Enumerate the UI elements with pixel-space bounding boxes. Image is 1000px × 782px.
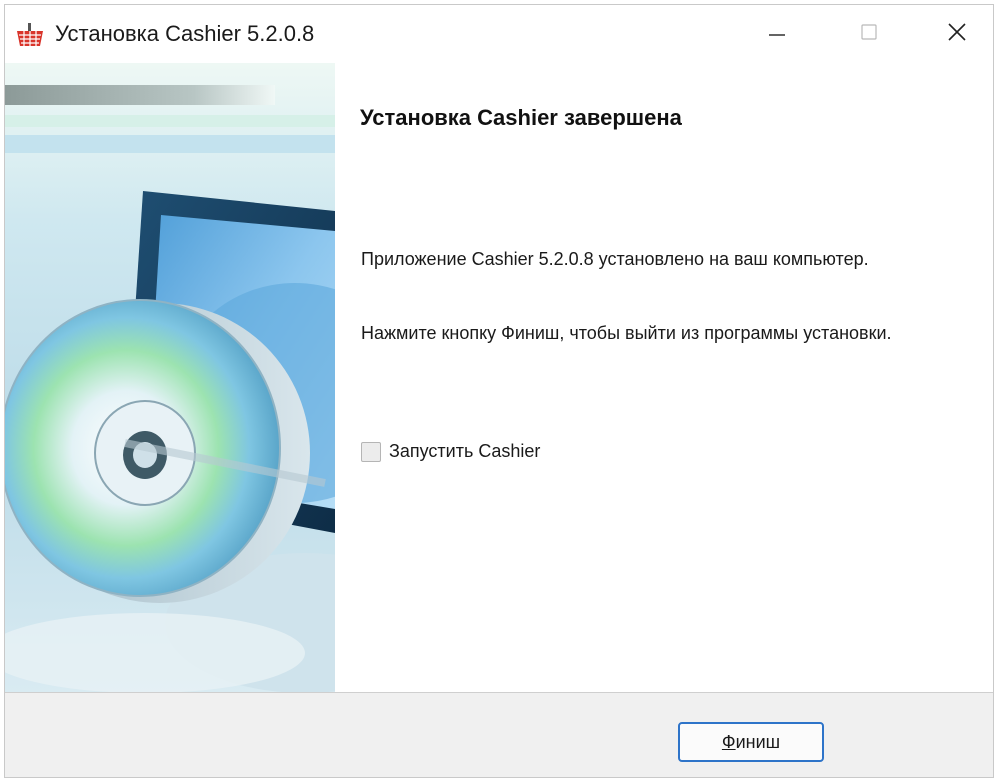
wizard-footer: Финиш (5, 693, 993, 777)
wizard-content: Установка Cashier завершена Приложение C… (335, 63, 993, 692)
finish-button[interactable]: Финиш (678, 722, 824, 762)
installed-message: Приложение Cashier 5.2.0.8 установлено н… (361, 249, 869, 269)
basket-icon (15, 23, 45, 47)
window-title: Установка Cashier 5.2.0.8 (55, 21, 315, 46)
close-button[interactable] (919, 5, 993, 63)
finish-button-label: иниш (735, 731, 781, 752)
finish-instructions: Нажмите кнопку Финиш, чтобы выйти из про… (361, 323, 892, 343)
launch-cashier-label[interactable]: Запустить Cashier (389, 441, 540, 462)
maximize-button[interactable] (831, 5, 907, 63)
minimize-button[interactable] (739, 5, 815, 63)
title-bar[interactable]: Установка Cashier 5.2.0.8 (5, 5, 993, 63)
wizard-banner-image (5, 63, 335, 692)
launch-cashier-checkbox[interactable] (361, 441, 381, 462)
launch-cashier-option[interactable]: Запустить Cashier (361, 441, 540, 462)
installer-window: Установка Cashier 5.2.0.8 Установка Cash… (4, 4, 994, 778)
minimize-icon (767, 22, 787, 47)
page-title: Установка Cashier завершена (360, 105, 682, 130)
close-icon (946, 21, 968, 48)
maximize-icon (859, 22, 879, 47)
finish-button-accelerator: Ф (721, 731, 736, 752)
